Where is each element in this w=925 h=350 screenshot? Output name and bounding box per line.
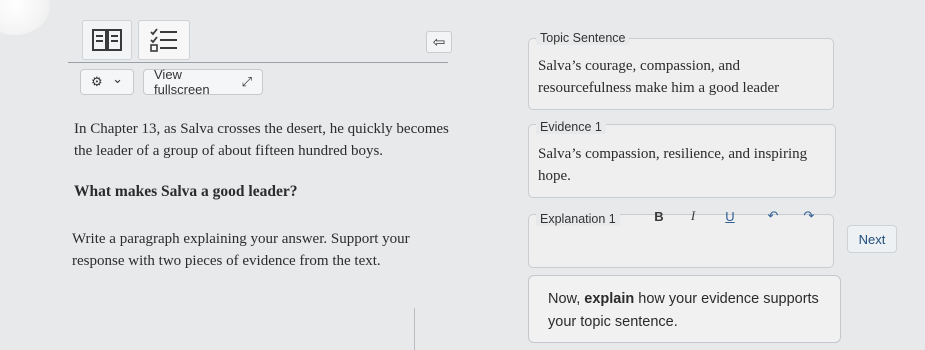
topic-sentence-label: Topic Sentence <box>536 31 630 45</box>
topic-sentence-text: Salva’s courage, compassion, and resourc… <box>538 55 828 99</box>
prompt-line-2: response with two pieces of evidence fro… <box>72 253 381 269</box>
explain-prompt-suffix: how your evidence supports <box>634 291 819 307</box>
chevron-down-icon: ⌄ <box>112 72 123 87</box>
checklist-view-button[interactable] <box>138 20 190 60</box>
view-fullscreen-label: View fullscreen <box>154 67 210 97</box>
app-root: ⇦ ⚙ ⌄ View fullscreen ⤢ In Chapter 13, a… <box>0 0 925 350</box>
settings-dropdown[interactable]: ⚙ ⌄ <box>80 69 134 95</box>
question-heading: What makes Salva a good leader? <box>74 183 298 200</box>
topic-sentence-line-1: Salva’s courage, compassion, and <box>538 58 741 74</box>
passage-line-1: In Chapter 13, as Salva crosses the dese… <box>74 121 449 137</box>
evidence-1-line-1: Salva’s compassion, resilience, and insp… <box>538 146 808 162</box>
explain-prompt-text: Now, explain how your evidence supports … <box>548 288 838 334</box>
topic-sentence-line-2: resourcefulness make him a good leader <box>538 80 780 96</box>
italic-button[interactable]: I <box>684 207 702 225</box>
view-fullscreen-button[interactable]: View fullscreen ⤢ <box>143 67 263 97</box>
back-arrow-icon: ⇦ <box>432 33 446 51</box>
decorative-divider <box>414 308 415 350</box>
explain-prompt-prefix: Now, <box>548 291 585 307</box>
back-button[interactable]: ⇦ <box>426 31 452 53</box>
explain-prompt-line-1: Now, explain how your evidence supports <box>548 288 838 311</box>
explain-prompt-line-2: your topic sentence. <box>548 314 678 330</box>
explain-prompt-bold: explain <box>584 291 635 307</box>
expand-icon: ⤢ <box>241 74 252 90</box>
bold-button[interactable]: B <box>650 207 668 225</box>
corner-glare <box>0 0 50 35</box>
book-view-button[interactable] <box>82 20 132 60</box>
toolbar-divider <box>68 62 448 63</box>
prompt-line-1: Write a paragraph explaining your answer… <box>72 231 410 247</box>
evidence-1-label: Evidence 1 <box>536 120 606 134</box>
gear-icon: ⚙ <box>91 74 103 90</box>
writing-prompt: Write a paragraph explaining your answer… <box>72 228 492 272</box>
evidence-1-line-2: hope. <box>538 168 571 184</box>
explanation-1-label: Explanation 1 <box>536 212 620 226</box>
checklist-icon <box>150 28 177 52</box>
evidence-1-text: Salva’s compassion, resilience, and insp… <box>538 143 832 187</box>
next-button[interactable]: Next <box>847 225 897 253</box>
underline-button[interactable]: U <box>721 207 739 225</box>
undo-button[interactable]: ↶ <box>764 207 782 225</box>
passage-paragraph: In Chapter 13, as Salva crosses the dese… <box>74 118 494 162</box>
book-icon <box>92 29 122 51</box>
redo-button[interactable]: ↷ <box>800 207 818 225</box>
passage-line-2: the leader of a group of about fifteen h… <box>74 143 384 159</box>
